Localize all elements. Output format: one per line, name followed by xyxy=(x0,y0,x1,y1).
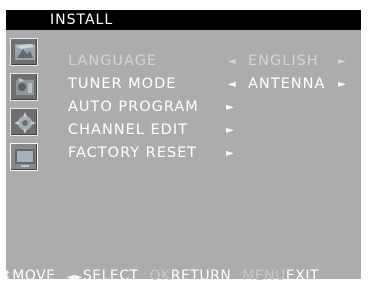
menu-item-tuner-mode[interactable]: TUNER MODE ◄ ANTENNA ► xyxy=(68,73,361,96)
right-arrow-icon[interactable]: ► xyxy=(338,50,347,73)
right-arrow-icon[interactable]: ► xyxy=(338,73,347,96)
submenu-arrow-icon: ► xyxy=(226,125,235,136)
menu-item-auto-program[interactable]: AUTO PROGRAM ► xyxy=(68,96,361,119)
select-hint: SELECT xyxy=(82,268,139,284)
menu-item-language[interactable]: LANGUAGE ◄ ENGLISH ► xyxy=(68,50,361,73)
menu-item-factory-reset[interactable]: FACTORY RESET ► xyxy=(68,142,361,165)
menu-item-channel-edit[interactable]: CHANNEL EDIT ► xyxy=(68,119,361,142)
audio-icon[interactable] xyxy=(10,73,38,101)
updown-arrow-icon: ⬍ xyxy=(0,268,13,284)
language-label: LANGUAGE xyxy=(68,53,158,69)
ok-key-label: OK xyxy=(149,268,171,284)
return-hint: RETURN xyxy=(170,268,232,284)
leftright-arrow-icon: ◄► xyxy=(66,272,83,283)
install-menu-panel: INSTALL LANGUAGE ◄ ENGLISH ► TUNER MODE … xyxy=(0,10,361,284)
left-arrow-icon[interactable]: ◄ xyxy=(228,50,237,73)
menu-list: LANGUAGE ◄ ENGLISH ► TUNER MODE ◄ ANTENN… xyxy=(68,50,361,165)
install-icon[interactable] xyxy=(10,143,38,171)
channel-edit-label: CHANNEL EDIT xyxy=(68,122,188,138)
key-help-bar: ⬍MOVE ◄►SELECT OKRETURN MENUEXIT xyxy=(0,264,371,289)
language-value: ENGLISH xyxy=(248,53,319,69)
menu-title: INSTALL xyxy=(6,10,361,30)
setup-icon[interactable] xyxy=(10,108,38,136)
submenu-arrow-icon: ► xyxy=(226,148,235,159)
tuner-mode-label: TUNER MODE xyxy=(68,76,177,92)
auto-program-label: AUTO PROGRAM xyxy=(68,99,199,115)
tuner-mode-value: ANTENNA xyxy=(248,76,326,92)
exit-hint: EXIT xyxy=(285,268,320,284)
menu-key-label: MENU xyxy=(242,268,286,284)
category-icons xyxy=(10,38,40,178)
submenu-arrow-icon: ► xyxy=(226,102,235,113)
left-arrow-icon[interactable]: ◄ xyxy=(228,73,237,96)
picture-icon[interactable] xyxy=(10,38,38,66)
factory-reset-label: FACTORY RESET xyxy=(68,145,198,161)
move-hint: MOVE xyxy=(12,268,56,284)
